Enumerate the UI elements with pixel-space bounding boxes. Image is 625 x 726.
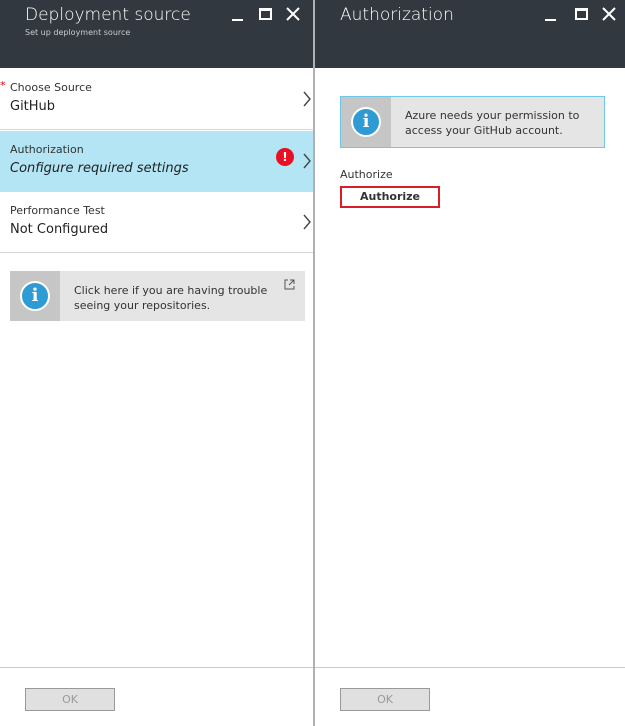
info-icon: i bbox=[20, 281, 50, 311]
permission-text: Azure needs your permission to access yo… bbox=[405, 108, 579, 138]
choose-source-item[interactable]: * Choose Source GitHub bbox=[0, 69, 313, 130]
deployment-source-blade: Deployment source Set up deployment sour… bbox=[0, 0, 313, 726]
choose-source-label: Choose Source bbox=[10, 81, 92, 94]
repositories-help-box[interactable]: i Click here if you are having trouble s… bbox=[10, 271, 305, 321]
permission-text-line2: access your GitHub account. bbox=[405, 124, 563, 137]
performance-test-label: Performance Test bbox=[10, 204, 105, 217]
error-icon: ! bbox=[276, 148, 294, 166]
footer-divider bbox=[315, 667, 625, 668]
maximize-icon[interactable] bbox=[571, 4, 591, 24]
external-link-icon bbox=[284, 279, 295, 290]
info-icon-cell: i bbox=[10, 271, 60, 321]
authorize-section-label: Authorize bbox=[340, 168, 393, 181]
authorization-label: Authorization bbox=[10, 143, 84, 156]
footer-divider bbox=[0, 667, 313, 668]
permission-info-box: i Azure needs your permission to access … bbox=[340, 96, 605, 148]
close-icon[interactable] bbox=[599, 4, 619, 24]
authorization-blade: Authorization i Azure needs your permiss… bbox=[315, 0, 625, 726]
maximize-icon[interactable] bbox=[255, 4, 275, 24]
help-text: Click here if you are having trouble see… bbox=[74, 283, 267, 313]
blade-title: Deployment source bbox=[25, 5, 191, 25]
blade-header: Deployment source Set up deployment sour… bbox=[0, 0, 313, 68]
required-indicator: * bbox=[0, 79, 6, 92]
authorization-value: Configure required settings bbox=[10, 161, 189, 176]
chevron-right-icon bbox=[303, 153, 311, 169]
ok-button[interactable]: OK bbox=[25, 688, 115, 711]
chevron-right-icon bbox=[303, 91, 311, 107]
performance-test-value: Not Configured bbox=[10, 222, 109, 237]
blade-header: Authorization bbox=[315, 0, 625, 68]
chevron-right-icon bbox=[303, 214, 311, 230]
close-icon[interactable] bbox=[283, 4, 303, 24]
help-text-line1: Click here if you are having trouble bbox=[74, 284, 268, 297]
performance-test-item[interactable]: Performance Test Not Configured bbox=[0, 192, 313, 253]
info-icon-cell: i bbox=[341, 97, 391, 147]
blade-title: Authorization bbox=[340, 5, 454, 25]
authorization-item[interactable]: Authorization Configure required setting… bbox=[0, 131, 313, 192]
info-icon: i bbox=[351, 107, 381, 137]
blade-subtitle: Set up deployment source bbox=[25, 28, 131, 37]
help-text-line2: seeing your repositories. bbox=[74, 299, 211, 312]
minimize-icon[interactable] bbox=[228, 4, 248, 24]
minimize-icon[interactable] bbox=[541, 4, 561, 24]
permission-text-line1: Azure needs your permission to bbox=[405, 109, 580, 122]
ok-button[interactable]: OK bbox=[340, 688, 430, 711]
choose-source-value: GitHub bbox=[10, 99, 56, 114]
authorize-button[interactable]: Authorize bbox=[340, 186, 440, 208]
